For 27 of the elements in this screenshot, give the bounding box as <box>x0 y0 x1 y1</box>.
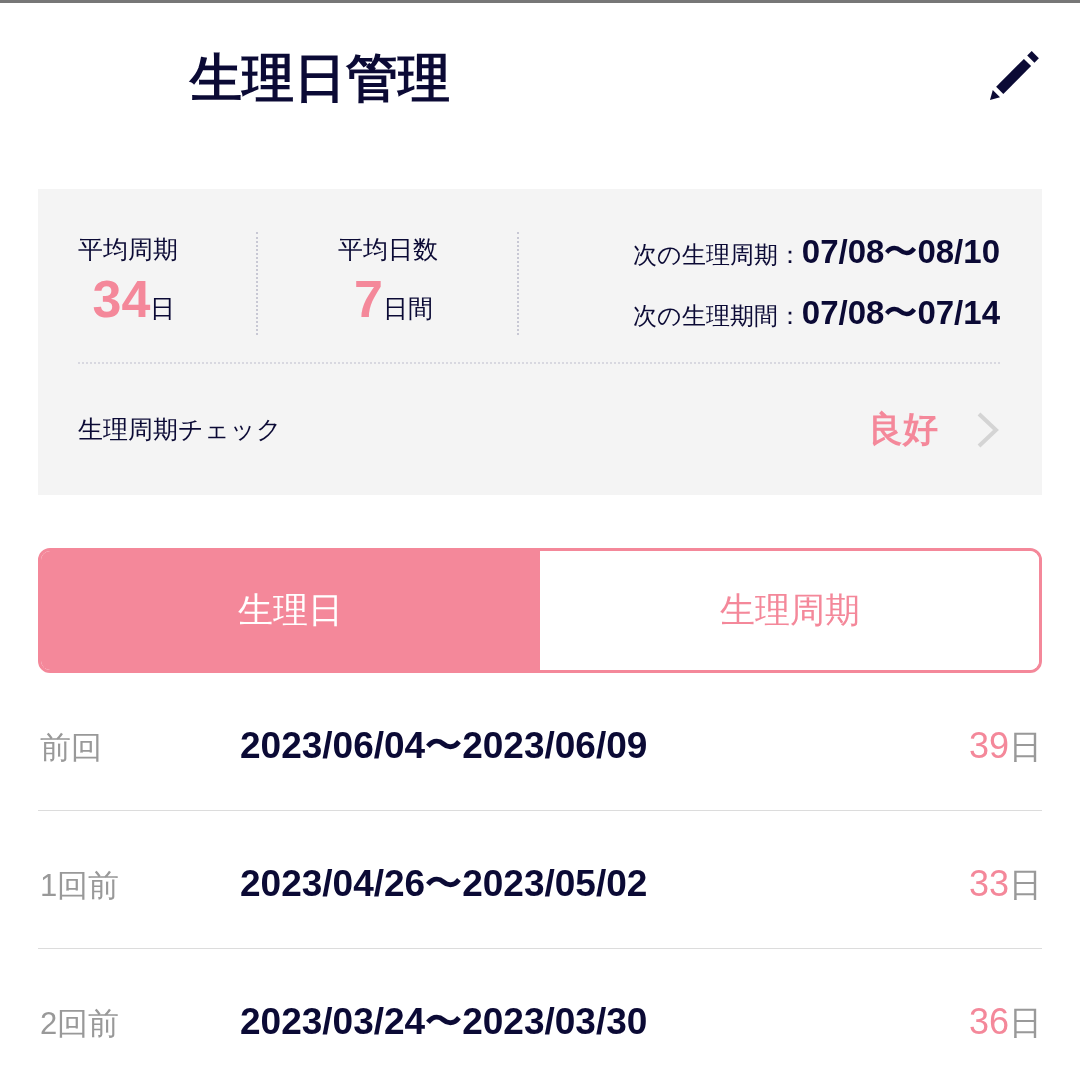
edit-icon[interactable] <box>990 50 1040 100</box>
period-dates: 2023/04/26〜2023/05/02 <box>240 862 649 906</box>
cycle-days: 39 <box>968 725 1009 766</box>
check-label: 生理周期チェック <box>78 414 283 445</box>
period-dates: 2023/06/04〜2023/06/09 <box>240 724 649 768</box>
stat-unit: 日間 <box>382 293 433 323</box>
cycle-days: 33 <box>968 863 1009 904</box>
check-result: 良好 <box>868 408 938 450</box>
period-label: 2回前 <box>40 1005 121 1043</box>
forecast-label: 次の生理期間： <box>632 300 802 331</box>
stat-label: 平均日数 <box>337 234 438 264</box>
cycle-days: 36 <box>968 1001 1009 1042</box>
forecast-dates: 07/08〜08/10 <box>801 231 1000 272</box>
forecast-dates: 07/08〜07/14 <box>801 292 1000 333</box>
stat-label: 平均周期 <box>78 234 178 264</box>
page-title: 生理日管理 <box>190 48 450 109</box>
days-unit: 日 <box>1009 728 1042 765</box>
stat-value: 7 <box>354 270 383 328</box>
days-unit: 日 <box>1009 866 1042 903</box>
period-label: 1回前 <box>40 867 121 905</box>
period-label: 前回 <box>40 729 103 767</box>
tab[interactable]: 生理日 <box>41 551 540 670</box>
forecast-label: 次の生理周期： <box>632 239 802 270</box>
stat-unit: 日 <box>150 293 176 323</box>
days-unit: 日 <box>1009 1004 1042 1041</box>
period-dates: 2023/03/24〜2023/03/30 <box>240 1000 649 1044</box>
stat-value: 34 <box>92 270 151 328</box>
